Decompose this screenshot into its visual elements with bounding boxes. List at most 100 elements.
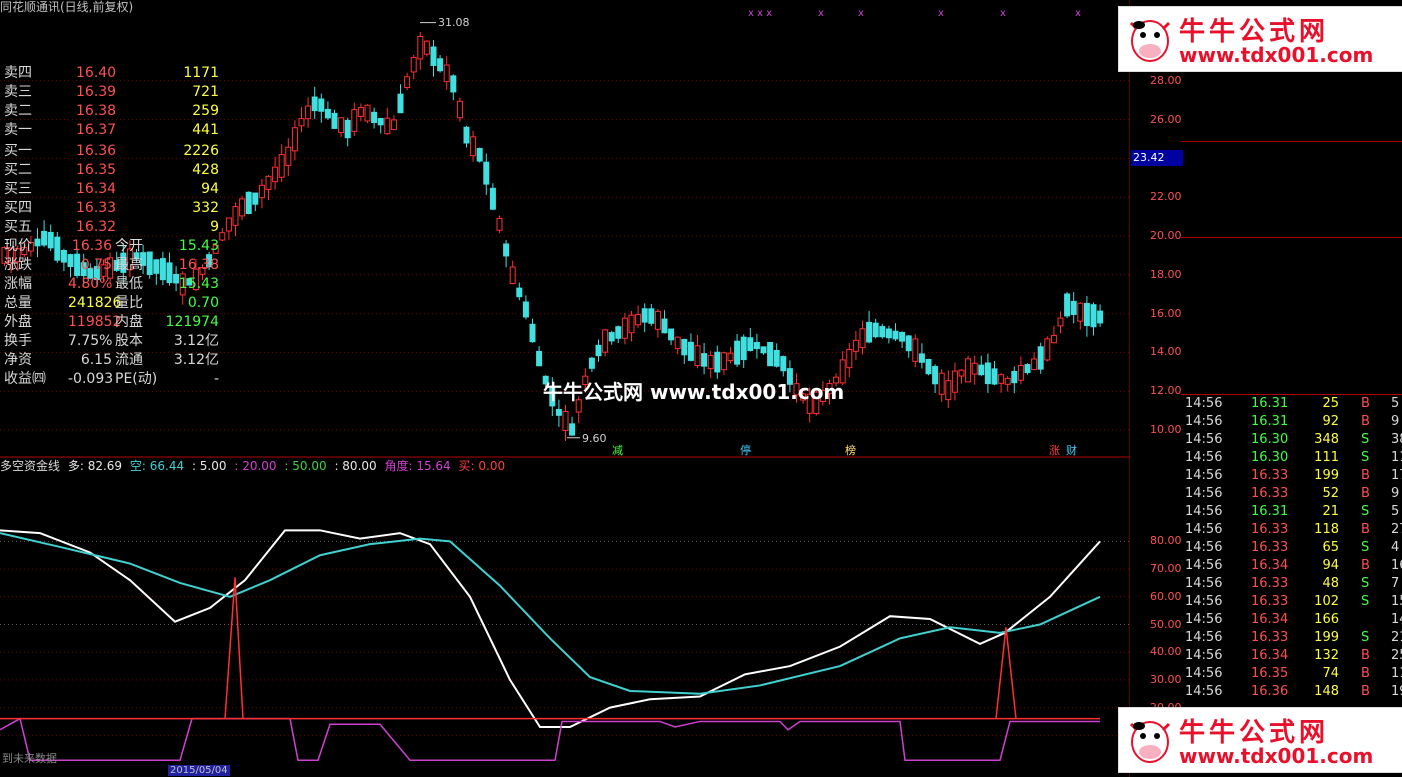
tick-row: 14:56 16.33 199 B 17 [1181,467,1402,485]
price-axis-label: 20.00 [1150,229,1182,242]
tick-time: 14:56 [1185,666,1223,681]
quote-value: 16.36 [71,238,112,254]
order-volume: 9 [210,219,219,235]
price-axis-label: 22.00 [1150,190,1182,204]
order-label: 卖四 [4,65,32,81]
candle-body [1083,302,1090,326]
tick-count: 15 [1391,594,1402,609]
tick-price: 16.33 [1251,522,1289,537]
banner-url: www.tdx001.com [1179,744,1374,768]
candle-body [1031,358,1038,371]
candle-body [615,326,622,339]
candle-body [753,342,760,350]
candle-body [225,217,232,232]
price-axis-label: 28.00 [1150,73,1182,87]
tick-volume: 148 [1314,684,1339,699]
candle-body [311,96,318,112]
candle-body [879,326,886,338]
brand-banner-bottom[interactable]: 牛牛公式网 www.tdx001.com [1118,707,1402,773]
quote-row: 外盘 119852 内盘 121974 [0,313,221,332]
quote-value-2: 121974 [165,314,219,330]
order-sell-row: 卖四 16.40 1171 [0,64,221,83]
candle-body [998,374,1005,384]
tick-time: 14:56 [1185,468,1223,483]
quote-label: 换手 [4,333,32,349]
candle-body [384,117,391,135]
order-volume: 259 [192,103,219,119]
quote-label: 现价 [4,238,32,254]
tick-volume: 199 [1314,468,1339,483]
candle-body [463,126,470,144]
candle-body [984,362,991,385]
candle-body [239,198,246,217]
order-volume: 332 [192,200,219,216]
tick-time: 14:56 [1185,612,1223,627]
quote-label-2: 最低 [115,276,143,292]
candle-body [516,287,523,298]
candle-body [681,338,688,356]
event-mark-icon: x [938,8,944,19]
bottom-note: 到未来数据 [2,752,57,765]
price-high-label: 31.08 [438,16,470,29]
tick-volume: 52 [1322,486,1339,501]
quote-label: 涨跌 [4,257,32,273]
candle-body [265,175,272,191]
quote-label: 涨幅 [4,276,32,292]
candle-body [529,323,536,343]
order-label: 买三 [4,181,32,197]
tick-count: 38 [1391,432,1402,447]
tick-price: 16.34 [1251,558,1289,573]
candle-body [298,118,305,127]
candle-body [305,105,312,120]
tick-side: B [1361,684,1370,699]
quote-label-2: 内盘 [115,314,143,330]
candle-body [958,369,965,377]
indicator-name: 多空资金线 [0,459,61,473]
event-tag: 减 [612,444,623,457]
tick-price: 16.31 [1251,396,1289,411]
order-volume: 428 [192,162,219,178]
candle-body [654,310,661,330]
tick-row: 14:56 16.35 74 B 11 [1181,665,1402,683]
candle-body [846,349,853,369]
order-price: 16.39 [76,84,117,100]
order-label: 买二 [4,162,32,178]
indicator-p4: : 80.00 [334,459,377,473]
candle-body [1024,364,1031,374]
candle-body [437,58,444,72]
buy-spike [224,577,244,719]
quote-row: 换手 7.75% 股本 3.12亿 [0,332,221,351]
tick-price: 16.36 [1251,684,1289,699]
brand-banner-top[interactable]: 牛牛公式网 www.tdx001.com [1118,6,1402,72]
quote-value-2: 15.43 [178,238,219,254]
quote-label: 总量 [4,295,32,311]
tick-volume: 48 [1322,576,1339,591]
order-buy-row: 买二 16.35 428 [0,161,221,180]
candle-body [720,352,727,371]
rp-sep [1181,141,1402,142]
cow-mascot-icon [1129,20,1171,62]
tick-count: 5 [1391,504,1400,519]
candle-body [714,351,721,373]
tick-price: 16.33 [1251,486,1289,501]
candle-body [351,109,358,132]
price-axis-label: 18.00 [1150,267,1182,281]
tick-row: 14:56 16.30 111 S 11 [1181,449,1402,467]
tick-count: 11 [1391,450,1402,465]
tick-row: 14:56 16.31 21 S 5 [1181,503,1402,521]
candle-body [1037,346,1044,370]
tick-time: 14:56 [1185,450,1223,465]
candle-body [747,337,754,351]
tick-time: 14:56 [1185,594,1223,609]
candle-body [866,321,873,343]
bottom-date: 2015/05/04 [168,765,230,776]
tick-side: S [1361,630,1370,645]
tick-side: B [1361,486,1370,501]
rp-sep [1181,237,1402,238]
tick-time: 14:56 [1185,630,1223,645]
tick-price: 16.35 [1251,666,1289,681]
candle-body [767,341,774,367]
quote-row: 总量 241826 量比 0.70 [0,294,221,313]
quote-value: 4.80% [68,276,113,292]
indicator-duo: 多: 82.69 [67,459,123,473]
